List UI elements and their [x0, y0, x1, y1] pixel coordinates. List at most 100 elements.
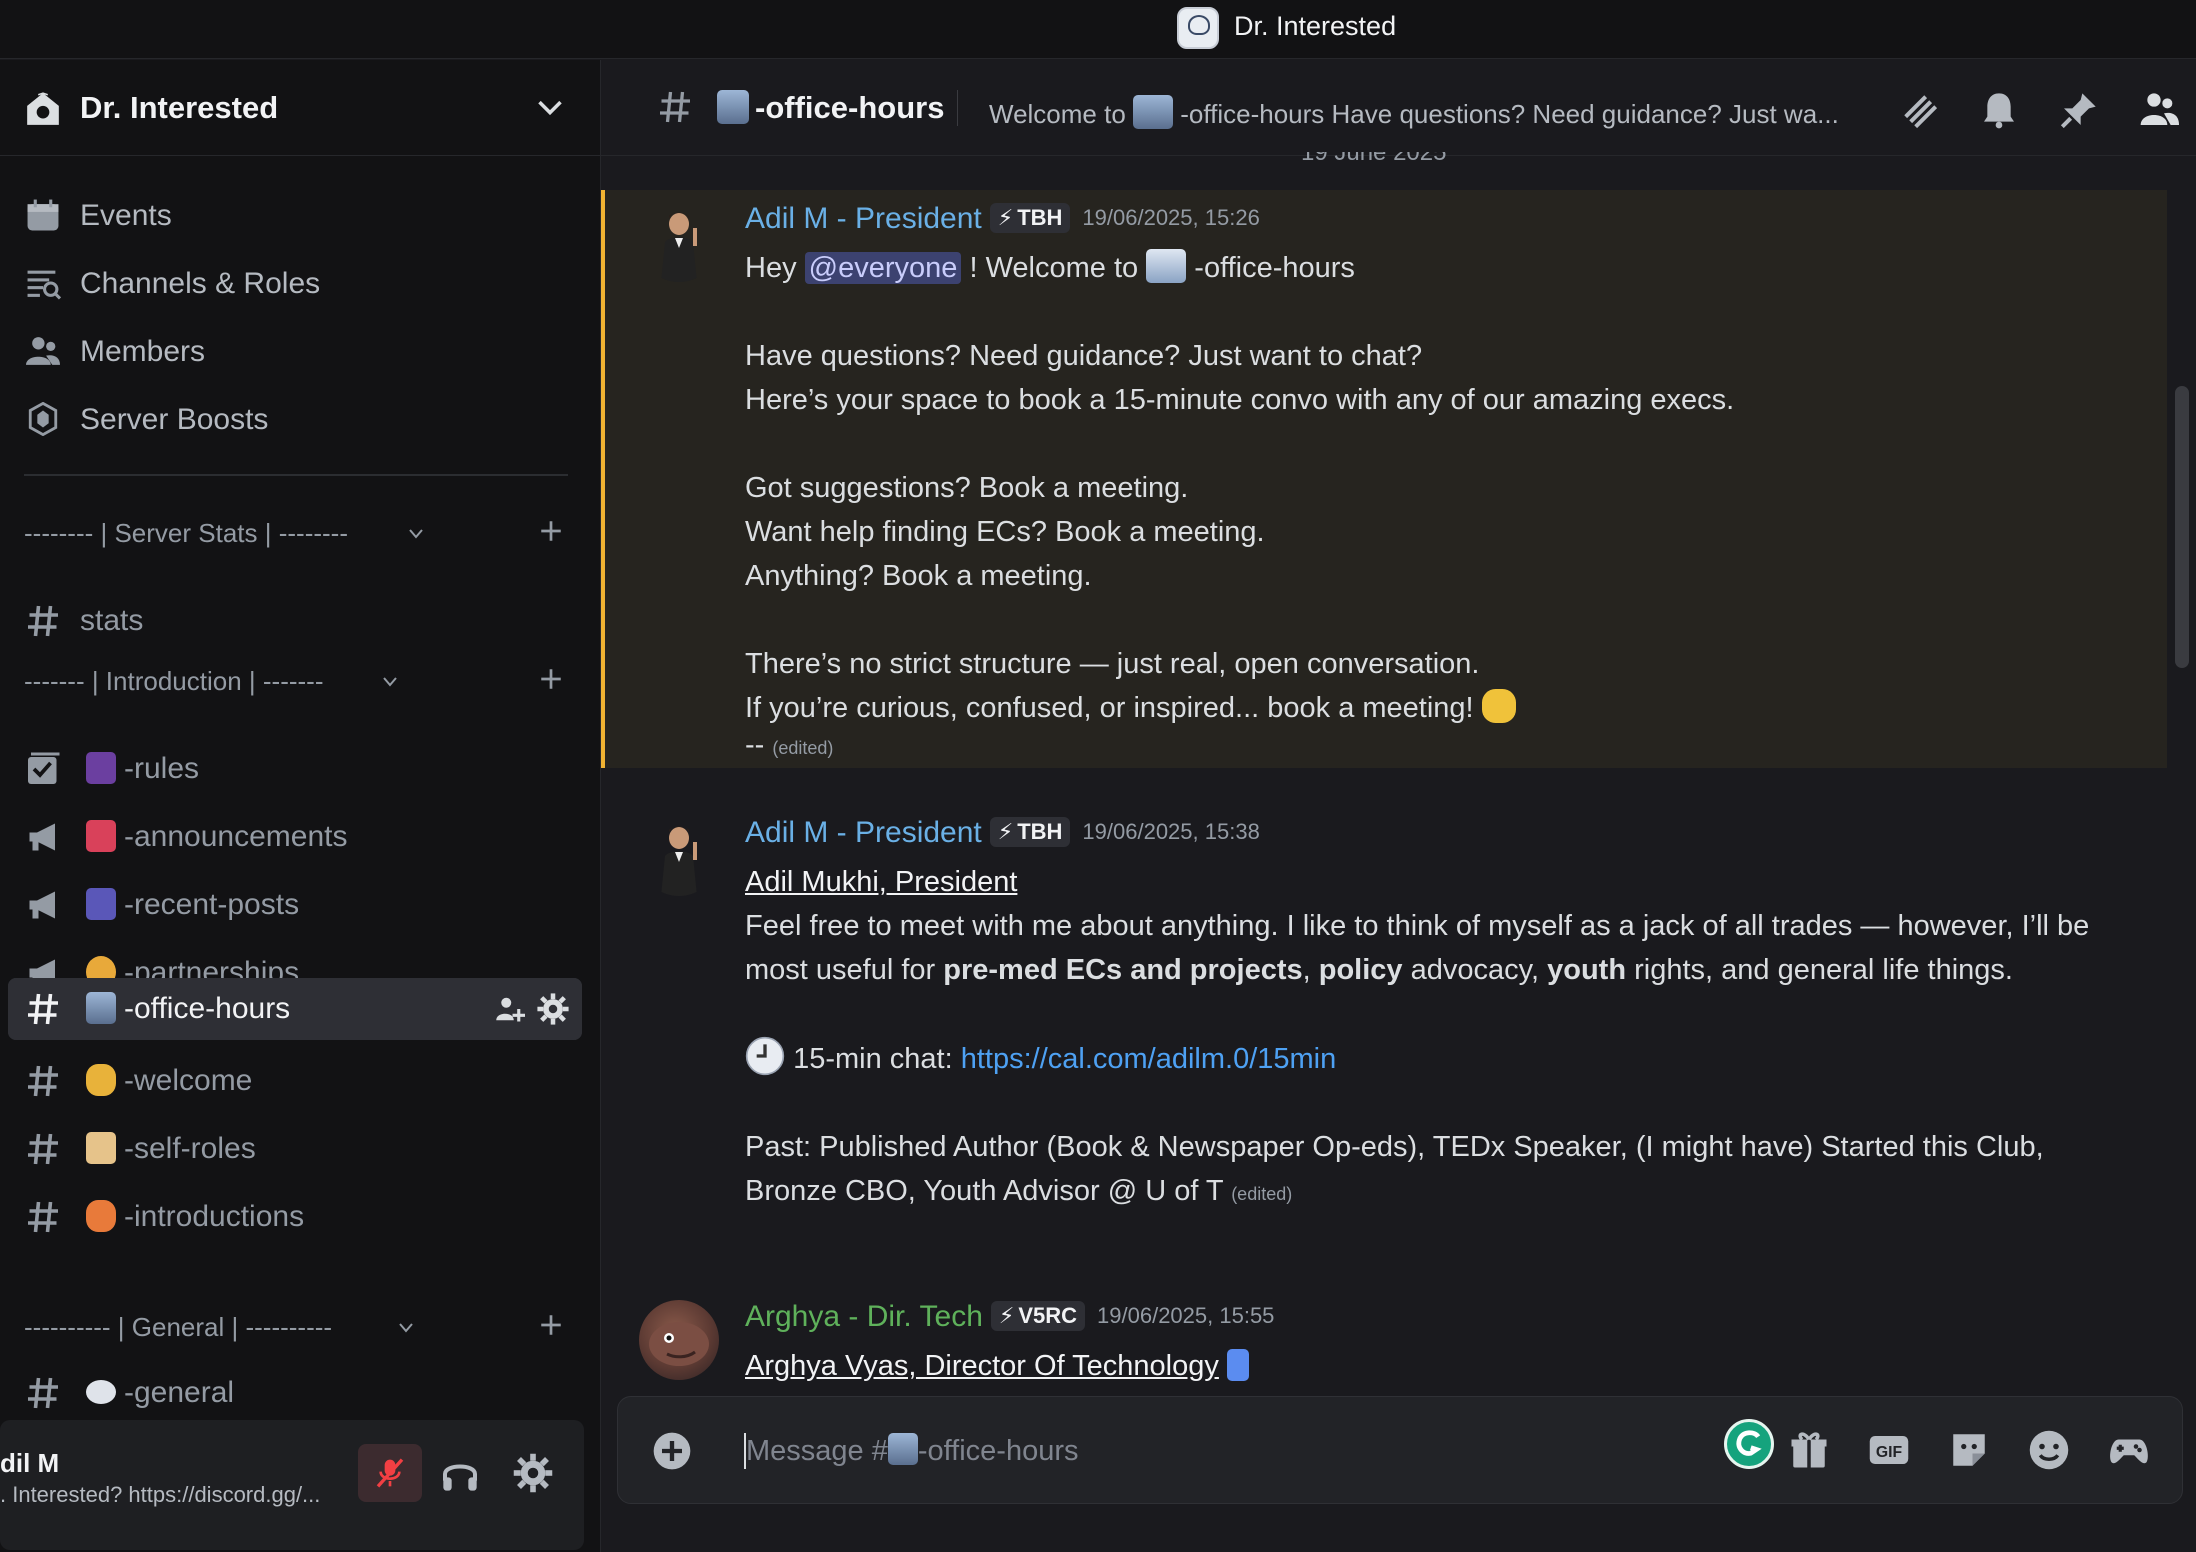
lightning-icon: ⚡: [998, 1303, 1015, 1328]
avatar[interactable]: [639, 816, 719, 896]
channel-stats[interactable]: stats: [8, 590, 582, 652]
channel-welcome[interactable]: -welcome: [8, 1050, 582, 1112]
gift-icon[interactable]: [1788, 1429, 1830, 1471]
category-general[interactable]: ---------- | General | ----------: [24, 1306, 564, 1346]
text: Want help finding ECs? Book a meeting.: [745, 516, 1265, 548]
gamepad-icon[interactable]: [2108, 1429, 2150, 1471]
add-channel-icon[interactable]: [538, 666, 564, 692]
server-tag[interactable]: ⚡ TBH: [989, 817, 1071, 847]
category-label: ---------- | General | ----------: [24, 1312, 333, 1342]
server-tag[interactable]: ⚡ V5RC: [990, 1301, 1086, 1331]
text: ! Welcome to: [969, 252, 1139, 284]
gear-icon[interactable]: [536, 992, 570, 1026]
member-list-icon[interactable]: [2139, 90, 2179, 130]
nav-label: Events: [80, 199, 172, 232]
text: Got suggestions? Book a meeting.: [745, 472, 1189, 504]
timestamp: 19/06/2025, 15:55: [1097, 1303, 1275, 1328]
office-building-emoji: [1133, 95, 1174, 129]
notification-bell-icon[interactable]: [1979, 90, 2019, 130]
add-attachment-icon[interactable]: [652, 1431, 692, 1471]
nav-label: Server Boosts: [80, 403, 269, 436]
window-title: Dr. Interested: [1234, 11, 1397, 41]
nav-label: Channels & Roles: [80, 267, 321, 300]
text: Hey: [745, 252, 797, 284]
pin-icon[interactable]: [2059, 90, 2099, 130]
channel-label: -announcements: [124, 820, 348, 853]
avatar[interactable]: [639, 1300, 719, 1380]
chevron-down-icon: [409, 529, 423, 539]
channel-label: -self-roles: [124, 1132, 256, 1165]
sticker-icon[interactable]: [1948, 1429, 1990, 1471]
message: Arghya - Dir. Tech ⚡ V5RC 19/06/2025, 15:55…: [601, 1300, 2161, 1396]
mute-button[interactable]: [358, 1444, 422, 1502]
chat-area: -office-hours Welcome to -office-hours H…: [600, 60, 2196, 1552]
channel-label: -office-hours: [124, 992, 291, 1025]
server-name: Dr. Interested: [80, 90, 279, 125]
hash-icon: [28, 1201, 58, 1233]
author-name[interactable]: Arghya - Dir. Tech: [745, 1300, 983, 1333]
avatar[interactable]: [639, 202, 719, 282]
channel-announcements[interactable]: -announcements: [8, 806, 582, 868]
author-name[interactable]: Adil M - President: [745, 202, 982, 235]
channel-recent-posts[interactable]: -recent-posts: [8, 874, 582, 936]
gif-icon[interactable]: GIF: [1868, 1429, 1910, 1471]
channel-topic[interactable]: Welcome to -office-hours Have questions?…: [989, 95, 1869, 130]
nav-label: Members: [80, 335, 206, 368]
text: advocacy,: [1410, 954, 1540, 986]
megaphone-icon: [29, 891, 55, 919]
scrollbar-thumb[interactable]: [2175, 386, 2189, 668]
scroll-emoji: [86, 1132, 116, 1164]
nav-channels-roles[interactable]: Channels & Roles: [8, 252, 582, 314]
channel-label: -rules: [124, 752, 200, 785]
channel-introductions[interactable]: -introductions: [8, 1186, 582, 1248]
channel-label: -introductions: [124, 1200, 305, 1233]
calendar-link[interactable]: https://cal.com/adilm.0/15min: [961, 1043, 1337, 1075]
headphones-icon[interactable]: [440, 1454, 480, 1494]
tag-label: TBH: [1017, 205, 1063, 230]
lightning-icon: ⚡: [997, 819, 1014, 844]
speech-bubble-emoji: [86, 1380, 116, 1404]
channel-office-hours-selected[interactable]: -office-hours: [8, 978, 582, 1040]
megaphone-emoji: [86, 820, 116, 852]
channels-roles-icon: [27, 270, 62, 300]
user-panel: dil M . Interested? https://discord.gg/.…: [0, 1420, 584, 1550]
svg-text:GIF: GIF: [1876, 1444, 1903, 1461]
tag-label: TBH: [1017, 819, 1063, 844]
channel-header: -office-hours Welcome to -office-hours H…: [601, 60, 2196, 156]
author-name[interactable]: Adil M - President: [745, 816, 982, 849]
user-settings-gear-icon[interactable]: [512, 1452, 554, 1494]
office-building-emoji: [86, 992, 116, 1024]
category-label: ------- | Introduction | -------: [24, 666, 324, 696]
add-channel-icon[interactable]: [538, 518, 564, 544]
server-tag[interactable]: ⚡ TBH: [989, 203, 1071, 233]
add-channel-icon[interactable]: [538, 1312, 564, 1338]
grammarly-icon[interactable]: [1724, 1419, 1774, 1469]
threads-icon[interactable]: [1899, 90, 1939, 130]
topic-text: -office-hours Have questions? Need guida…: [1180, 99, 1839, 129]
raising-hand-emoji: [86, 1200, 116, 1232]
everyone-mention[interactable]: @everyone: [804, 252, 962, 284]
nav-members[interactable]: Members: [8, 320, 582, 382]
calculator-emoji: [86, 888, 116, 920]
tag-label: V5RC: [1018, 1303, 1078, 1328]
username[interactable]: dil M: [0, 1448, 59, 1479]
nav-events[interactable]: Events: [8, 184, 582, 246]
user-status: . Interested? https://discord.gg/...: [0, 1482, 321, 1507]
chevron-down-icon[interactable]: [536, 96, 564, 120]
invite-members-icon[interactable]: [494, 994, 526, 1024]
nav-server-boosts[interactable]: Server Boosts: [8, 388, 582, 450]
message-composer[interactable]: Message # -office-hours GIF: [617, 1396, 2183, 1504]
message-input[interactable]: Message # -office-hours: [746, 1433, 1079, 1468]
header-separator: [957, 90, 958, 126]
channel-general[interactable]: -general: [8, 1362, 582, 1424]
category-introduction[interactable]: ------- | Introduction | -------: [24, 660, 564, 700]
office-building-emoji: [717, 90, 749, 124]
channel-self-roles[interactable]: -self-roles: [8, 1118, 582, 1180]
category-server-stats[interactable]: -------- | Server Stats | --------: [24, 512, 564, 552]
server-header[interactable]: Dr. Interested: [0, 60, 600, 156]
bold-text: youth: [1547, 954, 1627, 986]
emoji-icon[interactable]: [2028, 1429, 2070, 1471]
microphone-muted-icon: [376, 1458, 404, 1488]
channel-rules[interactable]: -rules: [8, 738, 582, 800]
bold-text: pre-med ECs and projects: [943, 954, 1303, 986]
